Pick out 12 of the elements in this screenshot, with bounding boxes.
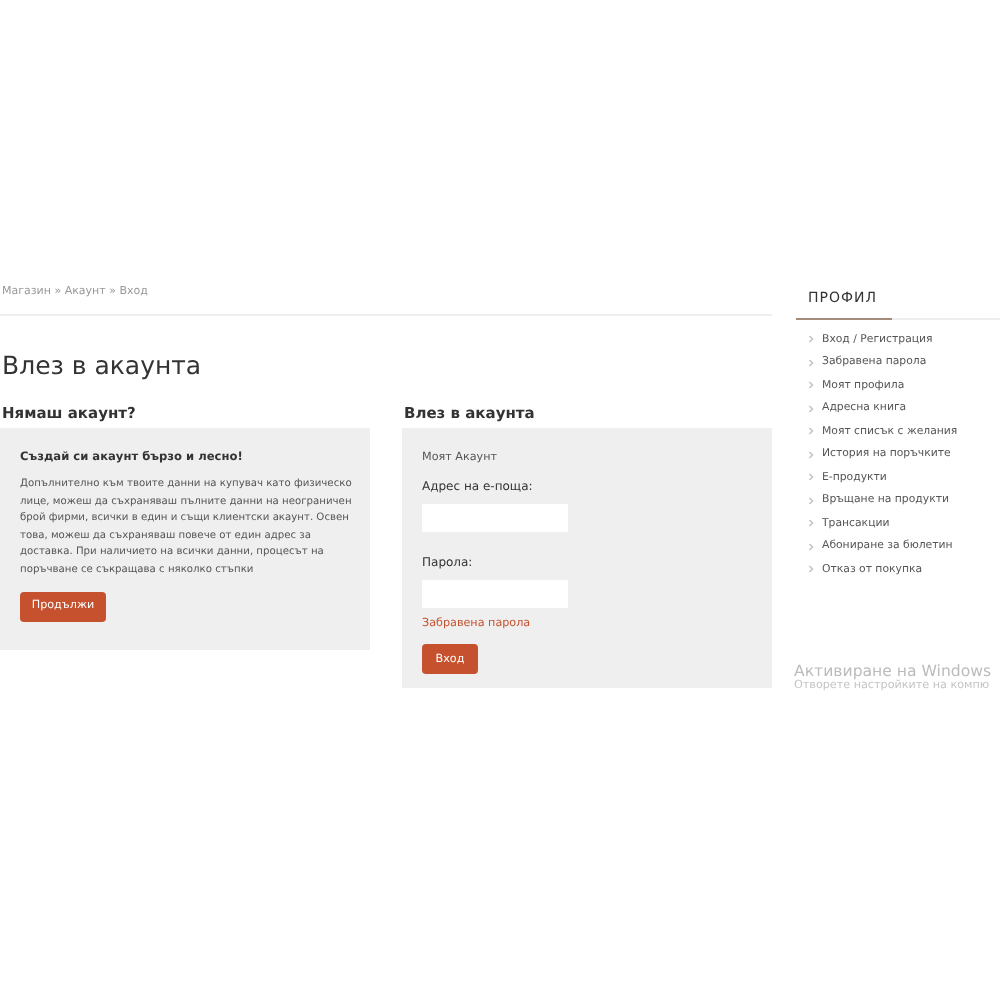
chevron-icon [808, 472, 814, 483]
chevron-icon [808, 564, 814, 575]
chevron-icon [808, 357, 814, 368]
chevron-icon [808, 380, 814, 391]
chevron-icon [808, 403, 814, 414]
chevron-icon [808, 495, 814, 506]
page-title: Влез в акаунта [2, 350, 204, 380]
chevron-icon [808, 449, 814, 460]
chevron-icon [808, 426, 814, 437]
chevron-icon [808, 541, 814, 552]
chevron-icon [808, 518, 814, 529]
chevron-icon [808, 334, 814, 345]
